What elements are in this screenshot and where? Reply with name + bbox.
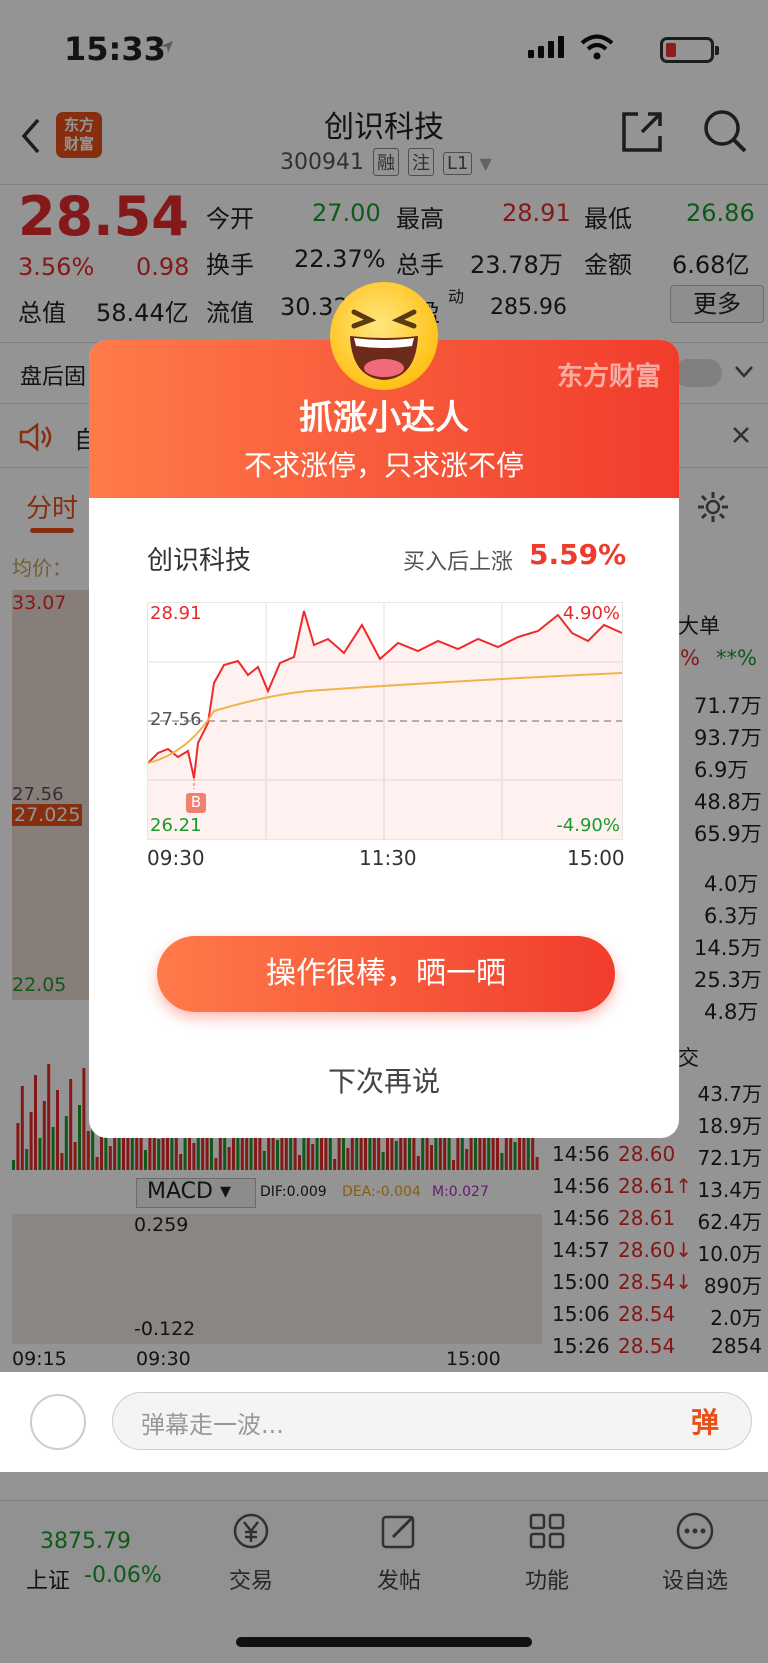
mini-x-mid: 11:30: [359, 846, 417, 870]
comment-settings-icon[interactable]: [30, 1394, 86, 1450]
watermark: 东方财富: [556, 362, 661, 392]
dialog-title: 抓涨小达人: [299, 398, 469, 438]
mini-x-end: 15:00: [567, 846, 625, 870]
buy-marker: B: [186, 793, 206, 813]
danmu-input[interactable]: 弹幕走一波... 弹: [112, 1392, 752, 1450]
mini-ref: 27.56: [150, 709, 202, 730]
mini-pct-high: 4.90%: [562, 603, 620, 624]
gain-label: 买入后上涨: [403, 550, 514, 575]
laughing-emoji-icon: [330, 282, 438, 390]
later-button[interactable]: 下次再说: [89, 1060, 679, 1100]
price-area: [148, 611, 622, 839]
mini-y-high: 28.91: [150, 603, 202, 624]
dialog-stock-name: 创识科技: [147, 546, 252, 576]
danmu-send-icon[interactable]: 弹: [691, 1401, 719, 1441]
home-indicator: [236, 1637, 532, 1647]
app-screen: 15:33 东方 财富 创识科技 300941 融 注 L1 ▼ 28.54 3…: [0, 0, 768, 1663]
danmu-placeholder: 弹幕走一波...: [141, 1411, 284, 1439]
mini-chart: 28.91 4.90% 27.56 26.21 -4.90% B: [147, 602, 623, 840]
share-button[interactable]: 操作很棒，晒一晒: [157, 936, 615, 1012]
comment-bar: 弹幕走一波... 弹: [0, 1372, 768, 1472]
dialog-subtitle: 不求涨停，只求涨不停: [243, 449, 524, 482]
achievement-dialog: 东方财富 抓涨小达人 不求涨停，只求涨不停 创识科技 买入后上涨 5.59% 2…: [89, 340, 679, 1138]
mini-pct-low: -4.90%: [556, 815, 620, 836]
mini-y-low: 26.21: [150, 815, 202, 836]
mini-x-start: 09:30: [147, 846, 205, 870]
gain-value: 5.59%: [529, 538, 627, 571]
